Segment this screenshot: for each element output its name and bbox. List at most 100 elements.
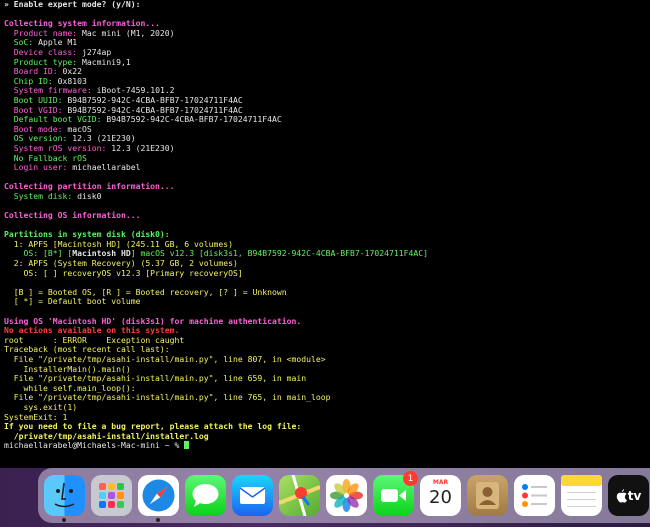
terminal-text: Boot mode: xyxy=(4,123,68,134)
terminal-text: Collecting OS information... xyxy=(4,210,141,221)
terminal-text: Product name: xyxy=(4,27,82,38)
calendar-day: 20 xyxy=(429,487,452,508)
apple-logo-icon xyxy=(616,488,627,503)
terminal-text: Collecting partition information... xyxy=(4,181,175,192)
terminal-text: 1: APFS [Macintosh HD] (245.11 GB, 6 vol… xyxy=(4,238,234,249)
terminal-text: Device class: xyxy=(4,46,82,57)
dock-app-reminders[interactable] xyxy=(514,475,555,516)
terminal-text: [B ] = Booted OS, [R ] = Booted recovery… xyxy=(4,286,287,297)
terminal-text: Apple M1 xyxy=(38,37,78,48)
terminal-line: System disk: disk0 xyxy=(0,190,650,202)
dock-app-photos[interactable] xyxy=(326,475,367,516)
reminders-icon xyxy=(522,484,547,507)
terminal-text: 12.3 (21E230) xyxy=(72,133,136,144)
terminal-text: Chip ID: xyxy=(4,75,58,86)
terminal-text: Default boot VGID: xyxy=(4,114,107,125)
terminal-text: System disk: xyxy=(4,190,78,201)
terminal-line: michaellarabel@Michaels-Mac-mini ~ % xyxy=(0,441,650,451)
terminal-text: Partitions in system disk (disk0): xyxy=(4,229,170,240)
running-indicator xyxy=(156,518,160,522)
finder-icon xyxy=(54,482,75,508)
terminal-line: Product name: Mac mini (M1, 2020) xyxy=(0,27,650,39)
terminal-text: SystemExit: 1 xyxy=(4,411,68,422)
contacts-icon xyxy=(476,482,499,509)
terminal-cursor xyxy=(184,441,190,450)
terminal-text: Using OS 'Macintosh HD' (disk3s1) for ma… xyxy=(4,315,302,326)
terminal-text: InstallerMain().main() xyxy=(4,363,131,374)
maps-icon xyxy=(279,475,320,516)
terminal-text: j274ap xyxy=(81,46,112,57)
dock-app-notes[interactable] xyxy=(561,475,602,516)
terminal-text: Macintosh HD xyxy=(72,248,131,259)
dock-app-safari[interactable] xyxy=(138,475,179,522)
dock-app-launchpad[interactable] xyxy=(91,475,132,516)
terminal-text: ] macOS v12.3 [disk3s1, B94B7592-942C-4C… xyxy=(130,248,428,259)
terminal-text: B94B7592-942C-4CBA-BFB7-17024711F4AC xyxy=(106,114,282,125)
terminal-text: » Enable expert mode? (y/N): xyxy=(4,0,141,9)
safari-icon xyxy=(142,479,175,512)
terminal-text: /private/tmp/asahi-install/installer.log xyxy=(4,430,209,441)
terminal-text: No actions available on this system. xyxy=(4,325,180,336)
terminal-text: System firmware: xyxy=(4,85,97,96)
terminal-text: disk0 xyxy=(77,190,102,201)
terminal-line: [ *] = Default boot volume xyxy=(0,297,650,307)
terminal-text: OS version: xyxy=(4,133,73,144)
dock-app-apple-tv[interactable]: tv xyxy=(608,475,649,516)
terminal-text: Board ID: xyxy=(4,66,63,77)
terminal-line: Product type: Macmini9,1 xyxy=(0,56,650,68)
dock-app-messages[interactable] xyxy=(185,475,226,516)
terminal-line: » Enable expert mode? (y/N): xyxy=(0,0,650,10)
terminal-line: OS: [ ] recoveryOS v12.3 [Primary recove… xyxy=(0,267,650,279)
dock-app-maps[interactable] xyxy=(279,475,320,516)
terminal-text: [ *] = Default boot volume xyxy=(4,296,141,307)
terminal-text: Boot UUID: xyxy=(4,94,68,105)
terminal-text: File "/private/tmp/asahi-install/main.py… xyxy=(4,353,326,364)
terminal-line: Board ID: 0x22 xyxy=(0,66,650,77)
terminal-text: michaellarabel xyxy=(72,162,141,173)
terminal-text: Mac mini (M1, 2020) xyxy=(81,27,175,38)
terminal-text: 0x22 xyxy=(62,66,82,77)
terminal-text: Boot VGID: xyxy=(4,104,68,115)
terminal-text: while self.main_loop(): xyxy=(4,382,136,393)
calendar-month: MAR xyxy=(432,479,449,486)
terminal-text: Product type: xyxy=(4,56,82,67)
terminal-text: OS: [ ] recoveryOS v12.3 [Primary recove… xyxy=(4,267,243,278)
terminal-window[interactable]: » Enable expert mode? (y/N): Collecting s… xyxy=(0,0,650,468)
terminal-text: SoC: xyxy=(4,37,39,48)
terminal-line: Login user: michaellarabel xyxy=(0,162,650,173)
mail-icon xyxy=(239,487,266,504)
dock-app-calendar[interactable]: MAR 20 xyxy=(420,475,461,516)
photos-icon xyxy=(330,479,363,512)
dock: 1 MAR 20 tv xyxy=(38,468,650,523)
terminal-line: Collecting OS information... xyxy=(0,210,650,221)
terminal-text: File "/private/tmp/asahi-install/main.py… xyxy=(4,392,331,403)
terminal-text: iBoot-7459.101.2 xyxy=(96,85,175,96)
terminal-text: System rOS version: xyxy=(4,142,112,153)
terminal-text: B94B7592-942C-4CBA-BFB7-17024711F4AC xyxy=(67,94,243,105)
terminal-text: No Fallback rOS xyxy=(4,152,87,163)
terminal-text: 0x8103 xyxy=(57,75,87,86)
terminal-text: If you need to file a bug report, please… xyxy=(4,421,302,432)
dock-app-finder[interactable] xyxy=(44,475,85,522)
dock-app-facetime[interactable]: 1 xyxy=(373,471,418,516)
messages-icon xyxy=(192,484,219,507)
terminal-text: 2: APFS (System Recovery) (5.37 GB, 2 vo… xyxy=(4,258,238,269)
dock-app-mail[interactable] xyxy=(232,475,273,516)
apple-tv-label: tv xyxy=(627,488,642,503)
terminal-text: OS: [B*] [ xyxy=(4,248,73,259)
launchpad-icon xyxy=(99,483,124,508)
terminal-text: Login user: xyxy=(4,162,73,173)
running-indicator xyxy=(62,518,66,522)
terminal-text: 12.3 (21E230) xyxy=(111,142,175,153)
terminal-text: macOS xyxy=(67,123,92,134)
terminal-text: Collecting system information... xyxy=(4,18,160,29)
terminal-line: System rOS version: 12.3 (21E230) xyxy=(0,142,650,154)
terminal-text: michaellarabel@Michaels-Mac-mini ~ % xyxy=(4,440,185,451)
terminal-text: Macmini9,1 xyxy=(81,56,131,67)
notes-icon xyxy=(561,475,602,507)
dock-app-contacts[interactable] xyxy=(467,475,508,516)
terminal-text: File "/private/tmp/asahi-install/main.py… xyxy=(4,373,307,384)
terminal-line: File "/private/tmp/asahi-install/main.py… xyxy=(0,393,650,403)
terminal-text: B94B7592-942C-4CBA-BFB7-17024711F4AC xyxy=(67,104,243,115)
terminal-line: sys.exit(1) xyxy=(0,402,650,413)
